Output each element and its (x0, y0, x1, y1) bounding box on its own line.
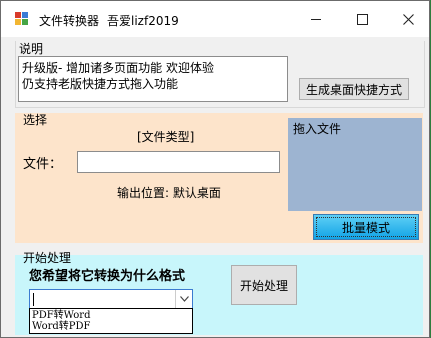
description-line-2: 仍支持老版快捷方式拖入功能 (22, 77, 179, 91)
app-window: 文件转换器 吾爱lizf2019 说明 升级版- 增加诸多页面功能 欢迎体验 仍支… (0, 0, 430, 338)
dropdown-toggle[interactable] (175, 290, 192, 308)
minimize-icon (311, 18, 321, 20)
chevron-down-icon (179, 296, 189, 302)
title-bar: 文件转换器 吾爱lizf2019 (1, 1, 429, 37)
file-path-input[interactable] (77, 151, 280, 173)
batch-mode-button[interactable]: 批量模式 (313, 214, 419, 240)
app-icon (15, 12, 29, 26)
process-group-label: 开始处理 (23, 251, 72, 265)
window-title: 文件转换器 吾爱lizf2019 (39, 12, 179, 29)
maximize-button[interactable] (339, 1, 385, 37)
dropdown-option-pdf-to-word[interactable]: PDF转Word (32, 310, 190, 321)
file-type-label: [文件类型] (137, 130, 195, 144)
close-button[interactable] (385, 1, 431, 37)
minimize-button[interactable] (293, 1, 339, 37)
description-line-1: 升级版- 增加诸多页面功能 欢迎体验 (22, 61, 214, 75)
select-group-label: 选择 (23, 113, 48, 127)
window-title-suffix: 吾爱lizf2019 (107, 14, 179, 28)
file-label: 文件： (23, 157, 63, 172)
window-title-main: 文件转换器 (39, 14, 100, 28)
dropdown-option-word-to-pdf[interactable]: Word转PDF (32, 321, 190, 332)
close-icon (402, 13, 414, 25)
format-dropdown-list: PDF转Word Word转PDF (29, 308, 193, 334)
maximize-icon (356, 13, 368, 25)
text-caret (33, 293, 34, 306)
description-group-label: 说明 (19, 42, 44, 56)
format-combobox[interactable] (29, 289, 193, 309)
create-shortcut-button[interactable]: 生成桌面快捷方式 (299, 78, 409, 100)
drop-file-label: 拖入文件 (293, 122, 342, 136)
start-process-button[interactable]: 开始处理 (231, 265, 297, 305)
description-textbox[interactable]: 升级版- 增加诸多页面功能 欢迎体验 仍支持老版快捷方式拖入功能 (18, 56, 288, 102)
output-location-label: 输出位置: 默认桌面 (117, 186, 221, 200)
format-question: 您希望将它转换为什么格式 (29, 269, 186, 284)
